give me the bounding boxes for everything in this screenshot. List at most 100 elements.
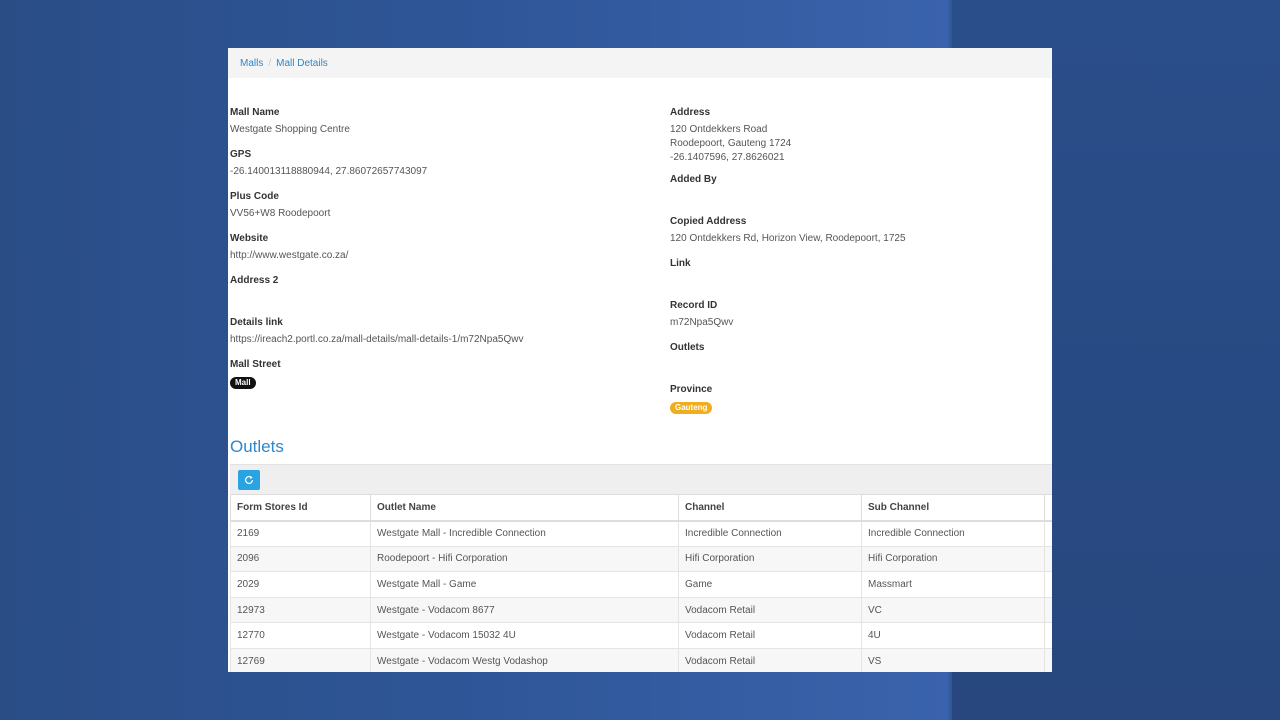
cell-channel: Vodacom Retail xyxy=(678,622,862,649)
cell-outlet-name: Westgate Mall - Incredible Connection xyxy=(370,520,679,547)
field-value: -26.140013118880944, 27.86072657743097 xyxy=(230,166,428,177)
table-row[interactable]: 12769 Westgate - Vodacom Westg Vodashop … xyxy=(230,647,1052,672)
cell-extra xyxy=(1044,622,1052,649)
cell-outlet-name: Westgate - Vodacom 8677 xyxy=(370,596,679,624)
field-address: Address 120 Ontdekkers Road Roodepoort, … xyxy=(670,106,1050,165)
cell-sub-channel: 4U xyxy=(861,622,1045,649)
column-header-form-stores-id[interactable]: Form Stores Id xyxy=(230,494,371,522)
field-value: VV56+W8 Roodepoort xyxy=(230,208,331,219)
field-added-by: Added By xyxy=(670,173,1050,207)
cell-form-stores-id: 2096 xyxy=(230,545,371,573)
cell-extra xyxy=(1044,545,1052,573)
field-label: Added By xyxy=(670,174,717,185)
field-label: Outlets xyxy=(670,342,705,353)
field-value: 120 Ontdekkers Rd, Horizon View, Roodepo… xyxy=(670,233,906,244)
cell-channel: Game xyxy=(678,571,862,598)
table-header-row: Form Stores Id Outlet Name Channel Sub C… xyxy=(230,494,1052,522)
field-mall-name: Mall Name Westgate Shopping Centre xyxy=(230,106,650,140)
cell-sub-channel: VC xyxy=(861,596,1045,624)
field-label: Website xyxy=(230,233,269,244)
cell-outlet-name: Westgate - Vodacom Westg Vodashop xyxy=(370,647,679,672)
details-link[interactable]: https://ireach2.portl.co.za/mall-details… xyxy=(230,330,650,350)
outlets-table: Form Stores Id Outlet Name Channel Sub C… xyxy=(230,494,1052,672)
field-label: Address 2 xyxy=(230,275,279,286)
mall-badge: Mall xyxy=(230,377,256,389)
cell-outlet-name: Westgate Mall - Game xyxy=(370,571,679,598)
details-left-column: Mall Name Westgate Shopping Centre GPS -… xyxy=(230,106,650,398)
breadcrumb: Malls / Mall Details xyxy=(228,48,1052,78)
cell-outlet-name: Westgate - Vodacom 15032 4U xyxy=(370,622,679,649)
breadcrumb-mall-details-link[interactable]: Mall Details xyxy=(276,58,328,69)
field-mall-street: Mall Street Mall xyxy=(230,358,650,390)
breadcrumb-separator: / xyxy=(268,57,272,69)
field-label: GPS xyxy=(230,149,252,160)
cell-extra xyxy=(1044,571,1052,598)
cell-channel: Vodacom Retail xyxy=(678,596,862,624)
table-row[interactable]: 12973 Westgate - Vodacom 8677 Vodacom Re… xyxy=(230,596,1052,624)
field-province: Province Gauteng xyxy=(670,383,1050,415)
cell-form-stores-id: 12973 xyxy=(230,596,371,624)
column-header-outlet-name[interactable]: Outlet Name xyxy=(370,494,679,522)
field-copied-address: Copied Address 120 Ontdekkers Rd, Horizo… xyxy=(670,215,1050,249)
outlets-toolbar xyxy=(230,464,1052,494)
address-line: -26.1407596, 27.8626021 xyxy=(670,152,785,163)
table-row[interactable]: 2169 Westgate Mall - Incredible Connecti… xyxy=(230,520,1052,547)
details-section: Mall Name Westgate Shopping Centre GPS -… xyxy=(228,78,1052,438)
table-row[interactable]: 2029 Westgate Mall - Game Game Massmart xyxy=(230,571,1052,598)
cell-channel: Vodacom Retail xyxy=(678,647,862,672)
field-value: m72Npa5Qwv xyxy=(670,317,734,328)
column-header-extra xyxy=(1044,494,1052,522)
cell-extra xyxy=(1044,647,1052,672)
field-link: Link xyxy=(670,257,1050,291)
cell-extra xyxy=(1044,596,1052,624)
column-header-sub-channel[interactable]: Sub Channel xyxy=(861,494,1045,522)
field-details-link: Details link https://ireach2.portl.co.za… xyxy=(230,316,650,350)
refresh-button[interactable] xyxy=(238,470,260,490)
cell-channel: Hifi Corporation xyxy=(678,545,862,573)
field-label: Province xyxy=(670,384,713,395)
field-label: Address xyxy=(670,107,711,118)
field-record-id: Record ID m72Npa5Qwv xyxy=(670,299,1050,333)
details-right-column: Address 120 Ontdekkers Road Roodepoort, … xyxy=(670,106,1050,423)
field-value xyxy=(670,187,1050,207)
field-label: Plus Code xyxy=(230,191,279,202)
field-label: Record ID xyxy=(670,300,718,311)
cell-sub-channel: Massmart xyxy=(861,571,1045,598)
address-line: Roodepoort, Gauteng 1724 xyxy=(670,138,792,149)
field-website: Website http://www.westgate.co.za/ xyxy=(230,232,650,266)
field-label: Copied Address xyxy=(670,216,747,227)
cell-form-stores-id: 12770 xyxy=(230,622,371,649)
field-value xyxy=(670,271,1050,291)
field-label: Details link xyxy=(230,317,283,328)
address-line: 120 Ontdekkers Road xyxy=(670,124,768,135)
field-label: Mall Name xyxy=(230,107,280,118)
cell-form-stores-id: 2169 xyxy=(230,520,371,547)
cell-outlet-name: Roodepoort - Hifi Corporation xyxy=(370,545,679,573)
refresh-icon xyxy=(244,475,254,485)
cell-form-stores-id: 2029 xyxy=(230,571,371,598)
outlets-heading: Outlets xyxy=(230,437,284,456)
cell-sub-channel: Incredible Connection xyxy=(861,520,1045,547)
field-value: Westgate Shopping Centre xyxy=(230,124,350,135)
breadcrumb-malls-link[interactable]: Malls xyxy=(240,58,263,69)
cell-form-stores-id: 12769 xyxy=(230,647,371,672)
field-value: 120 Ontdekkers Road Roodepoort, Gauteng … xyxy=(670,120,1050,165)
mall-details-page: Malls / Mall Details Mall Name Westgate … xyxy=(228,48,1052,672)
field-label: Mall Street xyxy=(230,359,281,370)
field-label: Link xyxy=(670,258,691,269)
cell-sub-channel: Hifi Corporation xyxy=(861,545,1045,573)
field-value xyxy=(670,355,1050,375)
website-link[interactable]: http://www.westgate.co.za/ xyxy=(230,246,650,266)
cell-channel: Incredible Connection xyxy=(678,520,862,547)
province-badge: Gauteng xyxy=(670,402,713,414)
cell-sub-channel: VS xyxy=(861,647,1045,672)
table-row[interactable]: 2096 Roodepoort - Hifi Corporation Hifi … xyxy=(230,545,1052,573)
column-header-channel[interactable]: Channel xyxy=(678,494,862,522)
field-outlets: Outlets xyxy=(670,341,1050,375)
field-plus-code: Plus Code VV56+W8 Roodepoort xyxy=(230,190,650,224)
field-value xyxy=(230,288,650,308)
table-row[interactable]: 12770 Westgate - Vodacom 15032 4U Vodaco… xyxy=(230,622,1052,649)
field-gps: GPS -26.140013118880944, 27.860726577430… xyxy=(230,148,650,182)
field-address-2: Address 2 xyxy=(230,274,650,308)
cell-extra xyxy=(1044,520,1052,547)
